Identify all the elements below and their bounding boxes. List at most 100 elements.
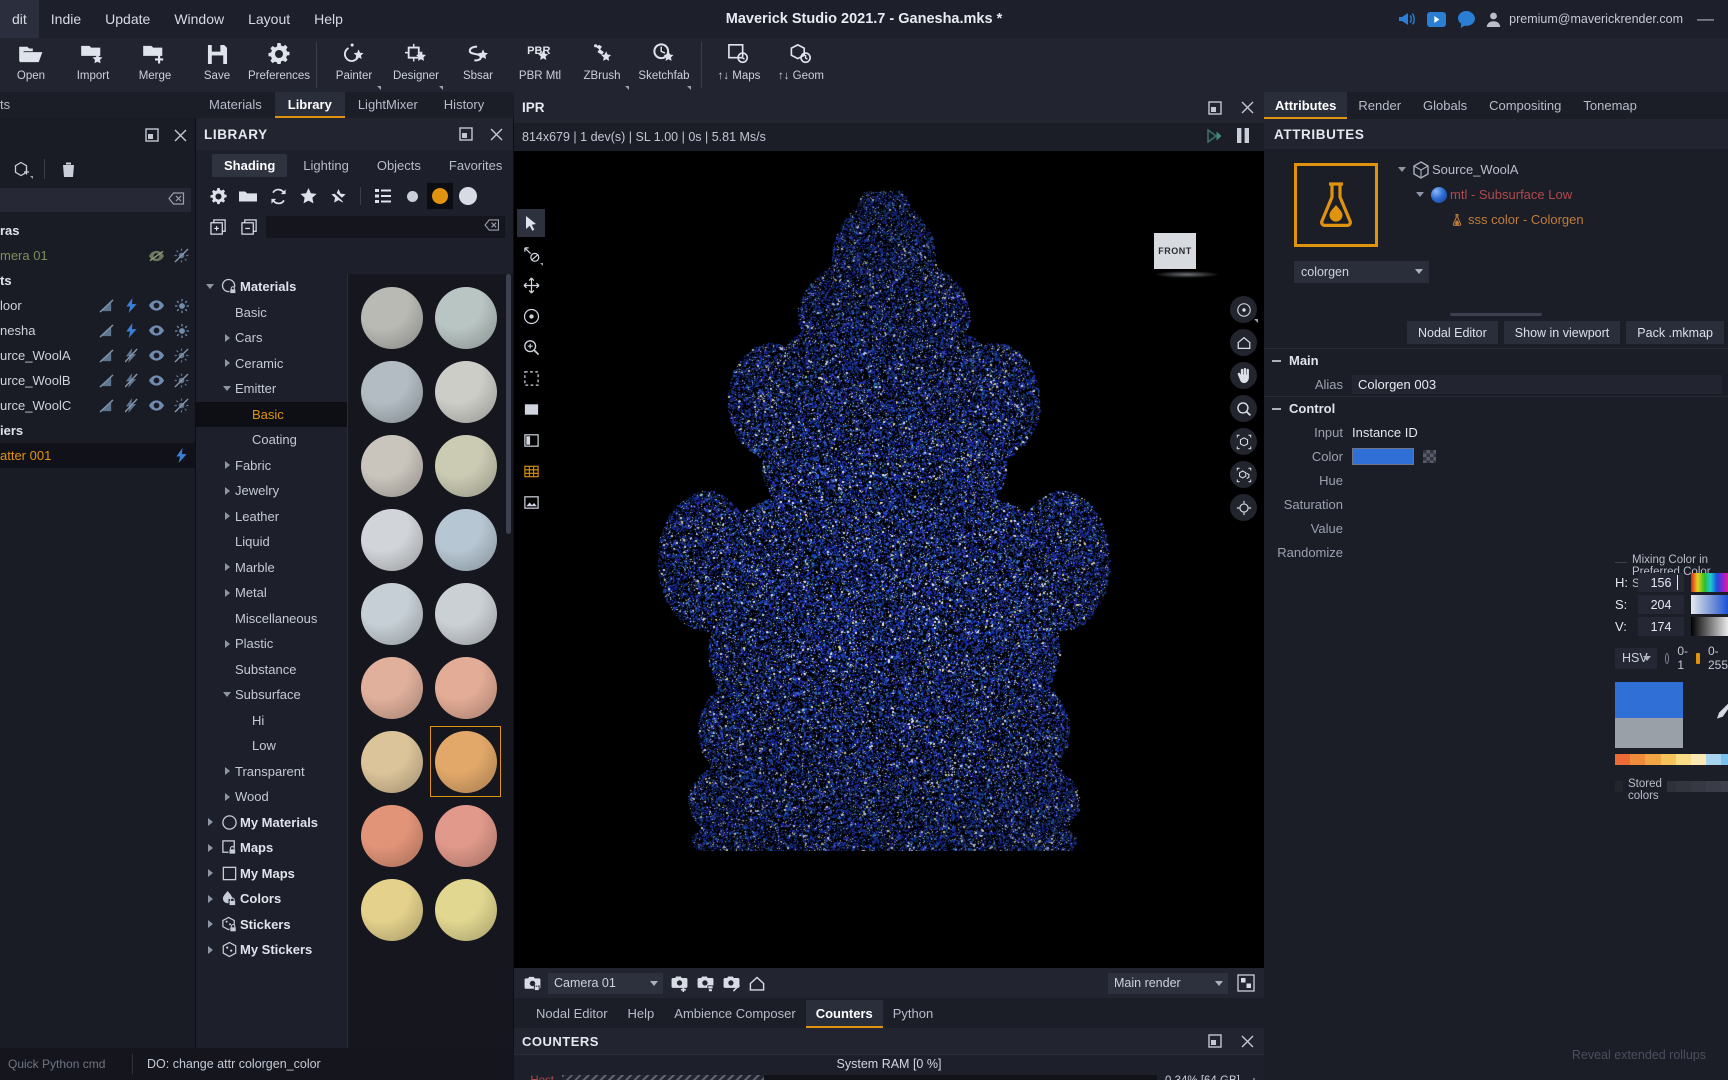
palette-strip[interactable] — [1615, 754, 1728, 765]
attr-tab-globals[interactable]: Globals — [1412, 92, 1478, 119]
bolt-icon[interactable] — [124, 323, 139, 338]
library-tree-item[interactable]: My Maps — [196, 861, 347, 887]
bolt-off-icon[interactable] — [124, 398, 139, 413]
material-swatch[interactable] — [430, 430, 501, 501]
previous-color-swatch[interactable] — [1615, 718, 1683, 748]
view-cube-face[interactable]: FRONT — [1154, 233, 1196, 269]
material-swatch[interactable] — [430, 578, 501, 649]
bottom-tab-nodal-editor[interactable]: Nodal Editor — [526, 1000, 618, 1028]
attr-button-show-in-viewport[interactable]: Show in viewport — [1504, 321, 1621, 344]
close-icon[interactable] — [1238, 99, 1256, 117]
ribbon-button-sketchfab[interactable]: Sketchfab — [633, 38, 695, 92]
add-object-icon[interactable] — [4, 155, 38, 183]
current-color-swatch[interactable] — [1615, 682, 1683, 718]
range-radio-0-1[interactable] — [1665, 653, 1669, 664]
ribbon-button--geom[interactable]: ↑↓ Geom — [770, 38, 832, 92]
material-swatch[interactable] — [430, 800, 501, 871]
twisty[interactable] — [202, 818, 218, 826]
zoom-icon[interactable] — [1230, 395, 1257, 422]
expand-icon[interactable]: + — [1248, 1073, 1258, 1080]
library-tree-item[interactable]: Liquid — [196, 529, 347, 555]
library-tree-item[interactable]: Colors — [196, 886, 347, 912]
python-cmd-input[interactable]: Quick Python cmd — [0, 1057, 132, 1071]
gear-icon[interactable] — [204, 183, 232, 209]
twisty[interactable] — [219, 589, 235, 597]
eye-icon[interactable] — [149, 398, 164, 413]
twisty[interactable] — [219, 793, 235, 801]
sun-off-icon[interactable] — [174, 373, 189, 388]
library-tree-item[interactable]: Miscellaneous — [196, 606, 347, 632]
outliner-row[interactable]: mera 01 — [0, 243, 195, 268]
twisty[interactable] — [202, 920, 218, 928]
stored-swatch[interactable] — [1691, 781, 1706, 792]
palette-swatch[interactable] — [1691, 754, 1706, 765]
play-icon[interactable] — [1206, 129, 1222, 146]
megaphone-icon[interactable] — [1395, 8, 1417, 30]
target-icon[interactable] — [517, 302, 545, 330]
material-swatch[interactable] — [356, 430, 427, 501]
twisty[interactable] — [202, 284, 218, 289]
flask-icon[interactable] — [1294, 163, 1378, 247]
ribbon-button-merge[interactable]: Merge — [124, 38, 186, 92]
frame-icon[interactable] — [517, 426, 545, 454]
view-cube[interactable]: FRONT — [1154, 233, 1220, 278]
shadow-icon[interactable] — [99, 398, 114, 413]
material-swatch[interactable] — [356, 356, 427, 427]
twisty[interactable] — [219, 334, 235, 342]
library-tab-shading[interactable]: Shading — [212, 154, 287, 177]
twisty[interactable] — [219, 359, 235, 367]
material-swatch[interactable] — [430, 652, 501, 723]
move-object-icon[interactable] — [517, 240, 545, 268]
library-tree-item[interactable]: Ceramic — [196, 351, 347, 377]
star-remove-icon[interactable] — [324, 183, 352, 209]
eyedropper-icon[interactable] — [1713, 692, 1728, 725]
ribbon-button-pbr-mtl[interactable]: PBR PBR Mtl — [509, 38, 571, 92]
camera-add-icon[interactable] — [669, 973, 689, 993]
eye-icon[interactable] — [149, 348, 164, 363]
bottom-tab-counters[interactable]: Counters — [806, 1000, 883, 1028]
palette-swatch[interactable] — [1721, 754, 1728, 765]
palette-swatch[interactable] — [1676, 754, 1691, 765]
library-tab-lighting[interactable]: Lighting — [291, 154, 361, 177]
outliner-row[interactable]: loor — [0, 293, 195, 318]
camera-lock-icon[interactable] — [522, 973, 542, 993]
eye-icon[interactable] — [149, 298, 164, 313]
outliner-search-input[interactable] — [0, 188, 191, 212]
add-group-icon[interactable] — [204, 214, 232, 240]
camera-edit-icon[interactable] — [721, 973, 741, 993]
twisty[interactable] — [219, 512, 235, 520]
sun-off-icon[interactable] — [174, 398, 189, 413]
library-tree-item[interactable]: Materials — [196, 274, 347, 300]
color-mode-select[interactable]: HSV — [1615, 648, 1657, 669]
bottom-tab-ambience-composer[interactable]: Ambience Composer — [664, 1000, 805, 1028]
palette-swatch[interactable] — [1615, 754, 1630, 765]
clear-icon[interactable] — [484, 219, 500, 234]
palette-swatch[interactable] — [1645, 754, 1660, 765]
attr-section-header[interactable]: Control — [1264, 396, 1728, 420]
hue-slider[interactable] — [1691, 573, 1728, 592]
material-swatch[interactable] — [356, 504, 427, 575]
star-icon[interactable] — [294, 183, 322, 209]
palette-swatch[interactable] — [1661, 754, 1676, 765]
home-icon[interactable] — [747, 973, 767, 993]
video-icon[interactable] — [1425, 8, 1447, 30]
ribbon-button-open[interactable]: Open — [0, 38, 62, 92]
delete-icon[interactable] — [51, 155, 85, 183]
attr-node-row[interactable]: Source_WoolA — [1394, 157, 1728, 182]
small-ball-icon[interactable] — [399, 183, 425, 209]
render-region-icon[interactable] — [1236, 973, 1256, 993]
material-swatch[interactable] — [430, 356, 501, 427]
outliner-row[interactable]: atter 001 — [0, 443, 195, 468]
material-swatch[interactable] — [356, 282, 427, 353]
library-tree-item[interactable]: Maps — [196, 835, 347, 861]
sun-icon[interactable] — [174, 298, 189, 313]
attr-section-header[interactable]: Main — [1264, 348, 1728, 372]
material-swatch[interactable] — [430, 726, 501, 797]
fit-scene-icon[interactable] — [1230, 461, 1257, 488]
node-type-select[interactable]: colorgen — [1294, 261, 1429, 283]
twisty[interactable] — [219, 386, 235, 391]
twisty[interactable] — [202, 895, 218, 903]
twisty[interactable] — [219, 563, 235, 571]
saturation-slider[interactable] — [1691, 595, 1728, 614]
library-tree-item[interactable]: Hi — [196, 708, 347, 734]
